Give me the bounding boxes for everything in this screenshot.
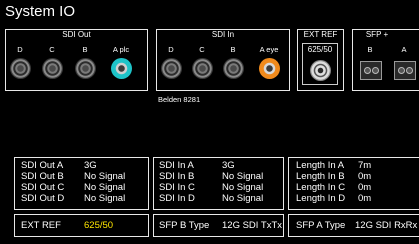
sdi-in-b-label: SDI In B <box>159 171 195 182</box>
sdi-in-title: SDI In <box>211 30 235 39</box>
sdi-in-a-connector-icon[interactable] <box>259 58 280 79</box>
sdi-in-port-label-b: B <box>230 45 236 54</box>
length-c-value: 0m <box>358 182 372 193</box>
length-b-value: 0m <box>358 171 372 182</box>
sdi-in-b-connector-icon[interactable] <box>223 58 244 79</box>
sdi-out-port-label-d: D <box>17 45 23 54</box>
sdi-out-port-label-b: B <box>82 45 88 54</box>
sdi-in-b-value: No Signal <box>222 171 264 182</box>
length-b-label: Length In B <box>296 171 345 182</box>
ext-ref-status-value: 625/50 <box>84 220 114 231</box>
length-a-value: 7m <box>358 160 372 171</box>
cable-type-label: Belden 8281 <box>158 95 201 104</box>
page-title: System IO <box>5 3 76 20</box>
sdi-out-a-value: 3G <box>84 160 97 171</box>
sdi-out-port-label-a: A plc <box>112 45 130 54</box>
sdi-in-a-label: SDI In A <box>159 160 194 171</box>
sdi-out-a-connector-icon[interactable] <box>111 58 132 79</box>
sfp-b-module-icon[interactable] <box>360 61 382 80</box>
length-d-label: Length In D <box>296 193 346 204</box>
sdi-out-d-label: SDI Out D <box>21 193 65 204</box>
sfp-port-label-b: B <box>367 45 373 54</box>
ext-ref-status-label: EXT REF <box>21 220 61 231</box>
sfp-a-type-value: 12G SDI RxRx <box>355 220 418 231</box>
sdi-out-port-label-c: C <box>49 45 55 54</box>
sfp-title: SFP + <box>365 30 389 39</box>
ext-ref-title: EXT REF <box>303 30 338 39</box>
sdi-out-b-connector-icon[interactable] <box>75 58 96 79</box>
sfp-a-type-label: SFP A Type <box>296 220 346 231</box>
sdi-in-d-value: No Signal <box>222 193 264 204</box>
length-c-label: Length In C <box>296 182 346 193</box>
length-a-label: Length In A <box>296 160 345 171</box>
sdi-out-d-value: No Signal <box>84 193 126 204</box>
sdi-out-c-value: No Signal <box>84 182 126 193</box>
sdi-in-port-label-d: D <box>168 45 174 54</box>
sdi-in-a-value: 3G <box>222 160 235 171</box>
sdi-in-c-connector-icon[interactable] <box>192 58 213 79</box>
sdi-out-b-label: SDI Out B <box>21 171 64 182</box>
ext-ref-format: 625/50 <box>307 45 333 54</box>
sdi-in-c-label: SDI In C <box>159 182 195 193</box>
sfp-b-type-label: SFP B Type <box>159 220 210 231</box>
sdi-out-b-value: No Signal <box>84 171 126 182</box>
sfp-port-label-a: A <box>401 45 407 54</box>
sdi-in-port-label-c: C <box>199 45 205 54</box>
sdi-out-d-connector-icon[interactable] <box>10 58 31 79</box>
sdi-in-d-label: SDI In D <box>159 193 195 204</box>
length-d-value: 0m <box>358 193 372 204</box>
sdi-out-c-connector-icon[interactable] <box>42 58 63 79</box>
sdi-out-a-label: SDI Out A <box>21 160 64 171</box>
ext-ref-connector-icon[interactable] <box>310 60 331 81</box>
sdi-out-title: SDI Out <box>62 30 91 39</box>
sdi-in-port-label-a: A eye <box>259 45 279 54</box>
sdi-out-c-label: SDI Out C <box>21 182 65 193</box>
sdi-in-d-connector-icon[interactable] <box>161 58 182 79</box>
sfp-a-module-icon[interactable] <box>394 61 416 80</box>
sdi-in-c-value: No Signal <box>222 182 264 193</box>
sfp-b-type-value: 12G SDI TxTx <box>222 220 283 231</box>
